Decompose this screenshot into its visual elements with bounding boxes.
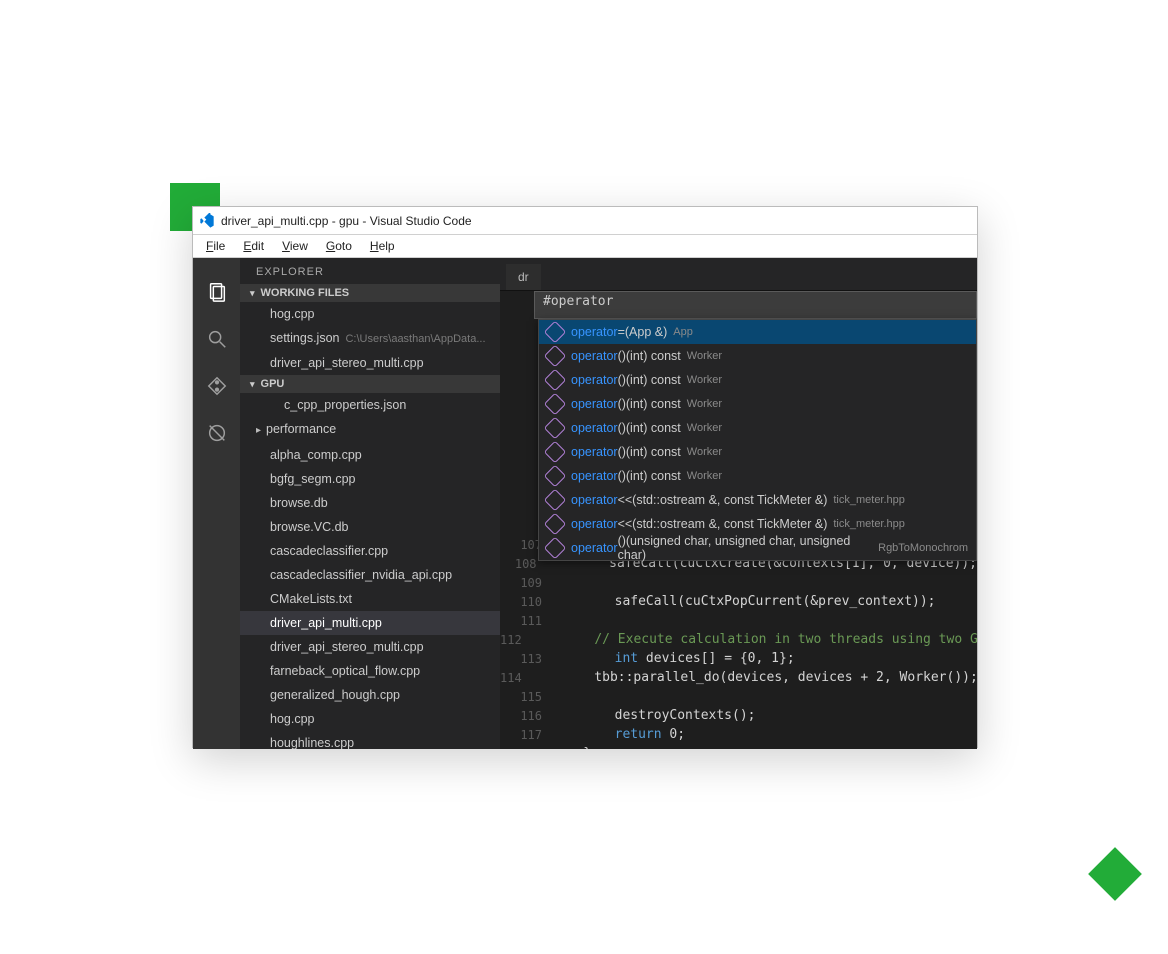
editor-tab[interactable]: dr bbox=[506, 264, 541, 290]
code-area[interactable]: #operator operator=(App &)Appoperator()(… bbox=[500, 291, 977, 749]
code-line[interactable]: 114 tbb::parallel_do(devices, devices + … bbox=[500, 668, 977, 687]
file-item[interactable]: bgfg_segm.cpp bbox=[240, 467, 500, 491]
file-item[interactable]: CMakeLists.txt bbox=[240, 587, 500, 611]
file-item[interactable]: driver_api_multi.cpp bbox=[240, 611, 500, 635]
suggestion-item[interactable]: operator()(unsigned char, unsigned char,… bbox=[539, 536, 976, 560]
symbol-icon bbox=[544, 417, 567, 440]
title-bar: driver_api_multi.cpp - gpu - Visual Stud… bbox=[193, 207, 977, 235]
suggestion-item[interactable]: operator=(App &)App bbox=[539, 320, 976, 344]
explorer-sidebar: EXPLORER ▾WORKING FILES hog.cppsettings.… bbox=[240, 258, 500, 749]
decor-diamond bbox=[1088, 847, 1142, 901]
tab-row: dr bbox=[500, 258, 977, 291]
file-item[interactable]: cascadeclassifier.cpp bbox=[240, 539, 500, 563]
suggestion-item[interactable]: operator()(int) constWorker bbox=[539, 416, 976, 440]
search-icon[interactable] bbox=[193, 315, 240, 362]
symbol-icon bbox=[544, 441, 567, 464]
working-file[interactable]: driver_api_stereo_multi.cpp bbox=[240, 351, 500, 375]
symbol-search-input[interactable]: #operator bbox=[534, 291, 977, 319]
editor-pane: dr #operator operator=(App &)Appoperator… bbox=[500, 258, 977, 749]
project-section[interactable]: ▾GPU bbox=[240, 375, 500, 393]
code-line[interactable]: 115 bbox=[500, 687, 977, 706]
symbol-icon bbox=[544, 345, 567, 368]
symbol-icon bbox=[544, 369, 567, 392]
code-line[interactable]: 110 safeCall(cuCtxPopCurrent(&prev_conte… bbox=[500, 592, 977, 611]
code-line[interactable]: 113 int devices[] = {0, 1}; bbox=[500, 649, 977, 668]
working-files-section[interactable]: ▾WORKING FILES bbox=[240, 284, 500, 302]
symbol-icon bbox=[544, 393, 567, 416]
suggestion-item[interactable]: operator<<(std::ostream &, const TickMet… bbox=[539, 512, 976, 536]
activity-bar bbox=[193, 258, 240, 749]
code-line[interactable]: 118 } bbox=[500, 744, 977, 749]
vscode-icon bbox=[199, 213, 215, 229]
suggestion-item[interactable]: operator()(int) constWorker bbox=[539, 464, 976, 488]
code-line[interactable]: 112 // Execute calculation in two thread… bbox=[500, 630, 977, 649]
symbol-icon bbox=[544, 321, 567, 344]
code-line[interactable]: 111 bbox=[500, 611, 977, 630]
debug-icon[interactable] bbox=[193, 409, 240, 456]
code-line[interactable]: 109 bbox=[500, 573, 977, 592]
file-item[interactable]: generalized_hough.cpp bbox=[240, 683, 500, 707]
suggestion-item[interactable]: operator()(int) constWorker bbox=[539, 440, 976, 464]
file-item[interactable]: browse.VC.db bbox=[240, 515, 500, 539]
suggestion-item[interactable]: operator()(int) constWorker bbox=[539, 392, 976, 416]
symbol-icon bbox=[544, 537, 567, 560]
explorer-header: EXPLORER bbox=[240, 258, 500, 284]
code-line[interactable]: 116 destroyContexts(); bbox=[500, 706, 977, 725]
window-title: driver_api_multi.cpp - gpu - Visual Stud… bbox=[221, 214, 472, 228]
suggestion-list: operator=(App &)Appoperator()(int) const… bbox=[538, 319, 977, 561]
menu-goto[interactable]: Goto bbox=[317, 237, 361, 255]
file-item[interactable]: c_cpp_properties.json bbox=[240, 393, 500, 417]
file-item[interactable]: hog.cpp bbox=[240, 707, 500, 731]
file-item[interactable]: driver_api_stereo_multi.cpp bbox=[240, 635, 500, 659]
symbol-icon bbox=[544, 489, 567, 512]
suggestion-item[interactable]: operator()(int) constWorker bbox=[539, 368, 976, 392]
menu-bar: File Edit View Goto Help bbox=[193, 235, 977, 258]
file-item[interactable]: farneback_optical_flow.cpp bbox=[240, 659, 500, 683]
menu-edit[interactable]: Edit bbox=[234, 237, 273, 255]
file-item[interactable]: cascadeclassifier_nvidia_api.cpp bbox=[240, 563, 500, 587]
menu-view[interactable]: View bbox=[273, 237, 317, 255]
file-item[interactable]: performance bbox=[240, 417, 500, 443]
file-item[interactable]: alpha_comp.cpp bbox=[240, 443, 500, 467]
vscode-window: driver_api_multi.cpp - gpu - Visual Stud… bbox=[192, 206, 978, 748]
code-line[interactable]: 117 return 0; bbox=[500, 725, 977, 744]
suggestion-item[interactable]: operator()(int) constWorker bbox=[539, 344, 976, 368]
working-file[interactable]: settings.jsonC:\Users\aasthan\AppData... bbox=[240, 326, 500, 351]
menu-help[interactable]: Help bbox=[361, 237, 404, 255]
explorer-icon[interactable] bbox=[193, 268, 240, 315]
git-icon[interactable] bbox=[193, 362, 240, 409]
symbol-icon bbox=[544, 513, 567, 536]
suggestion-item[interactable]: operator<<(std::ostream &, const TickMet… bbox=[539, 488, 976, 512]
menu-file[interactable]: File bbox=[197, 237, 234, 255]
working-file[interactable]: hog.cpp bbox=[240, 302, 500, 326]
file-item[interactable]: houghlines.cpp bbox=[240, 731, 500, 749]
symbol-icon bbox=[544, 465, 567, 488]
file-item[interactable]: browse.db bbox=[240, 491, 500, 515]
